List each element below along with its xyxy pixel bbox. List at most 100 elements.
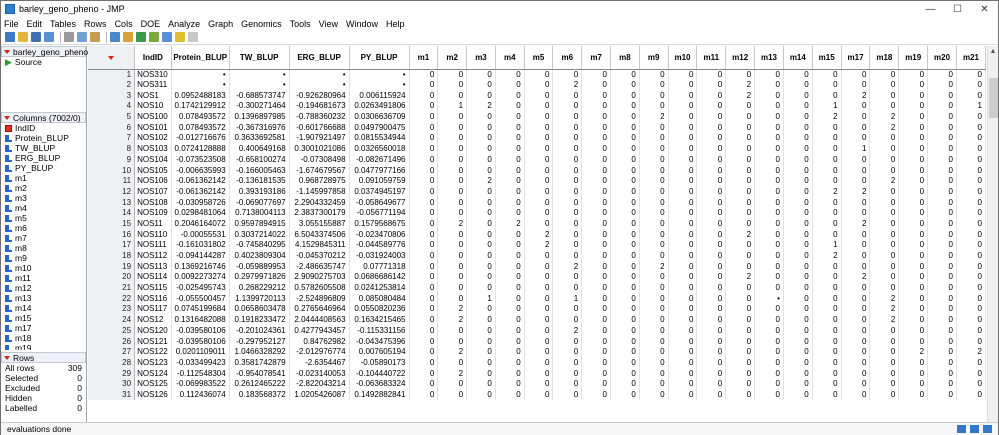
data-cell[interactable]: 1.0205426087 [289, 389, 350, 401]
status-icon[interactable] [983, 425, 992, 433]
data-cell[interactable]: 2 [437, 314, 468, 326]
data-cell[interactable]: 0 [409, 336, 439, 347]
data-cell[interactable]: 0 [639, 240, 669, 251]
data-cell[interactable]: 0 [610, 357, 640, 369]
data-cell[interactable]: 0 [869, 197, 900, 208]
chart-icon[interactable] [149, 32, 159, 42]
data-cell[interactable]: 0 [437, 197, 468, 208]
cut-icon[interactable] [64, 32, 74, 42]
data-cell[interactable]: 0 [869, 389, 900, 401]
data-cell[interactable]: 2 [524, 229, 554, 240]
table-row[interactable]: 16 NOS110 -0.00055531 0.3037214022 6.5043374… [88, 229, 986, 240]
data-cell[interactable]: 0 [668, 282, 698, 294]
data-cell[interactable]: 0 [956, 165, 986, 176]
data-cell[interactable]: 0 [725, 186, 756, 198]
data-cell[interactable]: 0 [754, 282, 784, 294]
data-cell[interactable]: 0 [581, 186, 611, 198]
data-cell[interactable]: 0 [668, 229, 698, 240]
data-cell[interactable]: 0 [409, 378, 439, 390]
data-cell[interactable]: 0 [610, 122, 640, 134]
data-cell[interactable]: 2 [725, 229, 756, 240]
data-cell[interactable]: 0 [956, 218, 986, 230]
status-icon[interactable] [957, 425, 966, 433]
data-cell[interactable]: 0 [581, 175, 611, 187]
data-cell[interactable]: 0.112436074 [171, 389, 230, 401]
data-cell[interactable]: 0 [437, 207, 468, 219]
data-cell[interactable]: 1 [466, 293, 496, 305]
data-cell[interactable]: 0 [956, 197, 986, 208]
data-cell[interactable]: 0 [552, 272, 583, 283]
data-cell[interactable]: 0 [927, 304, 957, 315]
data-cell[interactable]: 0.0306636709 [349, 111, 410, 123]
data-cell[interactable]: 0 [696, 314, 727, 326]
data-cell[interactable]: 0 [696, 250, 727, 262]
data-cell[interactable]: 0 [524, 304, 554, 315]
data-cell[interactable]: 0 [409, 165, 439, 176]
data-cell[interactable]: 0 [409, 122, 439, 134]
data-cell[interactable]: 0 [725, 111, 756, 123]
column-item[interactable]: m14 [1, 303, 86, 313]
column-header-m17[interactable]: m17 [841, 46, 871, 70]
table-row[interactable]: 20 NOS114 0.0092273274 0.2979971826 2.909027… [88, 272, 986, 283]
data-cell[interactable]: 0.400649168 [229, 143, 290, 155]
table-row[interactable]: 1 NOS310 • • • • 0 0 0 0 0 0 0 0 0 0 0 0 0 0 0 0 0 0 0 0 [88, 69, 986, 80]
data-cell[interactable]: 0 [437, 154, 468, 166]
data-cell[interactable]: 0.0263491806 [349, 101, 410, 112]
menu-help[interactable]: Help [386, 19, 405, 29]
data-cell[interactable]: 0 [639, 250, 669, 262]
data-cell[interactable]: 0 [668, 197, 698, 208]
data-cell[interactable]: 0 [898, 389, 929, 401]
data-cell[interactable]: -0.069077697 [229, 197, 290, 208]
data-cell[interactable]: 0 [696, 389, 727, 401]
data-cell[interactable]: 0 [812, 90, 842, 102]
data-cell[interactable]: 0 [610, 207, 640, 219]
data-cell[interactable]: 0 [927, 346, 957, 358]
data-cell[interactable]: 0 [466, 90, 496, 102]
data-cell[interactable]: 2 [725, 272, 756, 283]
data-cell[interactable]: 0 [437, 79, 468, 91]
data-cell[interactable]: 0 [581, 389, 611, 401]
data-cell[interactable]: 0 [524, 314, 554, 326]
row-number-header[interactable] [88, 46, 136, 70]
status-icon[interactable] [970, 425, 979, 433]
data-cell[interactable]: 0.2612465222 [229, 378, 290, 390]
ind-id-cell[interactable]: NOS112 [134, 250, 172, 262]
data-cell[interactable]: 2.9090275703 [289, 272, 350, 283]
table-row[interactable]: 4 NOS10 0.1742129912 -0.300271464 -0.1946816… [88, 101, 986, 112]
data-cell[interactable]: -0.926280964 [289, 90, 350, 102]
row-number[interactable]: 30 [88, 378, 136, 390]
data-cell[interactable]: 0 [898, 304, 929, 315]
ind-id-cell[interactable]: NOS105 [134, 165, 172, 176]
data-cell[interactable]: 0 [754, 186, 784, 198]
data-cell[interactable]: 0.0658603478 [229, 304, 290, 315]
data-cell[interactable]: 0 [495, 154, 525, 166]
data-cell[interactable]: -0.300271464 [229, 101, 290, 112]
data-cell[interactable]: 0 [552, 218, 583, 230]
data-cell[interactable]: 0 [927, 165, 957, 176]
data-cell[interactable]: 0 [610, 314, 640, 326]
data-cell[interactable]: 0 [466, 261, 496, 273]
data-cell[interactable]: 0 [581, 261, 611, 273]
data-cell[interactable]: 0 [841, 293, 871, 305]
data-cell[interactable]: 0 [495, 272, 525, 283]
data-cell[interactable]: 0 [552, 90, 583, 102]
data-cell[interactable]: 0 [898, 101, 929, 112]
data-cell[interactable]: 0 [552, 336, 583, 347]
data-cell[interactable]: 2.2904332459 [289, 197, 350, 208]
data-cell[interactable]: 0 [437, 240, 468, 251]
table-row[interactable]: 29 NOS124 -0.112548304 -0.954078541 -0.02314… [88, 368, 986, 379]
data-cell[interactable]: 0 [898, 111, 929, 123]
data-cell[interactable]: 0 [927, 154, 957, 166]
column-header-m19[interactable]: m19 [898, 46, 929, 70]
data-cell[interactable]: 0 [581, 69, 611, 80]
grid-icon[interactable] [136, 32, 146, 42]
data-cell[interactable]: 0 [409, 368, 439, 379]
data-cell[interactable]: 0 [841, 229, 871, 240]
data-cell[interactable]: • [349, 79, 410, 91]
data-cell[interactable]: 0 [783, 336, 813, 347]
data-cell[interactable]: -1.674679567 [289, 165, 350, 176]
data-cell[interactable]: 0 [725, 314, 756, 326]
data-cell[interactable]: 0 [495, 111, 525, 123]
data-cell[interactable]: 0 [869, 325, 900, 337]
data-cell[interactable]: 1 [841, 143, 871, 155]
